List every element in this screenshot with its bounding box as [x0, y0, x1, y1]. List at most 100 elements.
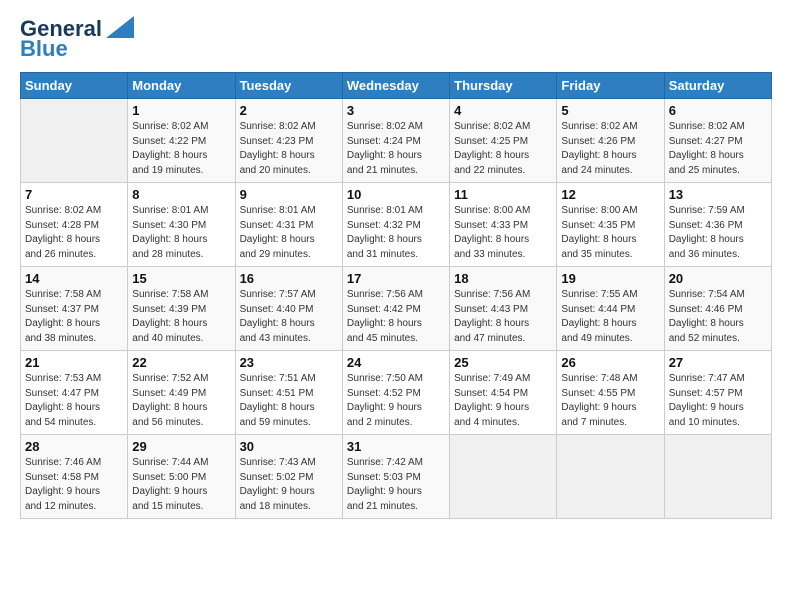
- cell-info: Sunrise: 8:00 AM Sunset: 4:33 PM Dayligh…: [454, 204, 552, 262]
- calendar-cell: 2Sunrise: 8:02 AM Sunset: 4:23 PM Daylig…: [235, 99, 342, 183]
- logo-icon: [106, 16, 134, 38]
- calendar-cell: 19 Sunrise: 7:55 AM Sunset: 4:44 PM Dayli…: [557, 267, 664, 351]
- calendar-cell: 23 Sunrise: 7:51 AM Sunset: 4:51 PM Dayli…: [235, 351, 342, 435]
- week-row-3: 14 Sunrise: 7:58 AM Sunset: 4:37 PM Dayli…: [21, 267, 772, 351]
- calendar-cell: 13Sunrise: 7:59 AM Sunset: 4:36 PM Dayli…: [664, 183, 771, 267]
- day-number: 19: [561, 271, 659, 286]
- weekday-header-monday: Monday: [128, 73, 235, 99]
- day-number: 22: [132, 355, 230, 370]
- calendar-cell: 10 Sunrise: 8:01 AM Sunset: 4:32 PM Dayli…: [342, 183, 449, 267]
- cell-info: Sunrise: 7:54 AM Sunset: 4:46 PM Dayligh…: [669, 288, 767, 346]
- cell-info: Sunrise: 7:51 AM Sunset: 4:51 PM Dayligh…: [240, 372, 338, 430]
- day-number: 10: [347, 187, 445, 202]
- day-number: 18: [454, 271, 552, 286]
- logo: General Blue: [20, 16, 134, 62]
- day-number: 16: [240, 271, 338, 286]
- day-number: 5: [561, 103, 659, 118]
- day-number: 20: [669, 271, 767, 286]
- cell-info: Sunrise: 8:01 AM Sunset: 4:31 PM Dayligh…: [240, 204, 338, 262]
- calendar-cell: 24Sunrise: 7:50 AM Sunset: 4:52 PM Dayli…: [342, 351, 449, 435]
- cell-info: Sunrise: 7:57 AM Sunset: 4:40 PM Dayligh…: [240, 288, 338, 346]
- cell-info: Sunrise: 7:43 AM Sunset: 5:02 PM Dayligh…: [240, 456, 338, 514]
- cell-info: Sunrise: 7:46 AM Sunset: 4:58 PM Dayligh…: [25, 456, 123, 514]
- weekday-header-thursday: Thursday: [450, 73, 557, 99]
- cell-info: Sunrise: 7:44 AM Sunset: 5:00 PM Dayligh…: [132, 456, 230, 514]
- weekday-header-friday: Friday: [557, 73, 664, 99]
- day-number: 11: [454, 187, 552, 202]
- day-number: 29: [132, 439, 230, 454]
- calendar-cell: [21, 99, 128, 183]
- cell-info: Sunrise: 7:47 AM Sunset: 4:57 PM Dayligh…: [669, 372, 767, 430]
- calendar-cell: 6 Sunrise: 8:02 AM Sunset: 4:27 PM Daylig…: [664, 99, 771, 183]
- calendar-cell: 29 Sunrise: 7:44 AM Sunset: 5:00 PM Dayli…: [128, 435, 235, 519]
- day-number: 8: [132, 187, 230, 202]
- week-row-5: 28 Sunrise: 7:46 AM Sunset: 4:58 PM Dayli…: [21, 435, 772, 519]
- calendar-cell: 16 Sunrise: 7:57 AM Sunset: 4:40 PM Dayli…: [235, 267, 342, 351]
- cell-info: Sunrise: 7:56 AM Sunset: 4:43 PM Dayligh…: [454, 288, 552, 346]
- calendar-cell: [450, 435, 557, 519]
- weekday-header-tuesday: Tuesday: [235, 73, 342, 99]
- cell-info: Sunrise: 7:59 AM Sunset: 4:36 PM Dayligh…: [669, 204, 767, 262]
- calendar-cell: 9 Sunrise: 8:01 AM Sunset: 4:31 PM Daylig…: [235, 183, 342, 267]
- calendar-table: SundayMondayTuesdayWednesdayThursdayFrid…: [20, 72, 772, 519]
- calendar-cell: 18 Sunrise: 7:56 AM Sunset: 4:43 PM Dayli…: [450, 267, 557, 351]
- calendar-cell: 3Sunrise: 8:02 AM Sunset: 4:24 PM Daylig…: [342, 99, 449, 183]
- cell-info: Sunrise: 8:02 AM Sunset: 4:28 PM Dayligh…: [25, 204, 123, 262]
- calendar-cell: 20 Sunrise: 7:54 AM Sunset: 4:46 PM Dayli…: [664, 267, 771, 351]
- calendar-cell: 27 Sunrise: 7:47 AM Sunset: 4:57 PM Dayli…: [664, 351, 771, 435]
- cell-info: Sunrise: 8:02 AM Sunset: 4:22 PM Dayligh…: [132, 120, 230, 178]
- calendar-cell: 5 Sunrise: 8:02 AM Sunset: 4:26 PM Daylig…: [557, 99, 664, 183]
- cell-info: Sunrise: 8:02 AM Sunset: 4:24 PM Dayligh…: [347, 120, 445, 178]
- calendar-cell: 1 Sunrise: 8:02 AM Sunset: 4:22 PM Daylig…: [128, 99, 235, 183]
- weekday-header-wednesday: Wednesday: [342, 73, 449, 99]
- cell-info: Sunrise: 8:02 AM Sunset: 4:23 PM Dayligh…: [240, 120, 338, 178]
- cell-info: Sunrise: 7:58 AM Sunset: 4:37 PM Dayligh…: [25, 288, 123, 346]
- calendar-cell: 11 Sunrise: 8:00 AM Sunset: 4:33 PM Dayli…: [450, 183, 557, 267]
- cell-info: Sunrise: 7:55 AM Sunset: 4:44 PM Dayligh…: [561, 288, 659, 346]
- calendar-cell: 25 Sunrise: 7:49 AM Sunset: 4:54 PM Dayli…: [450, 351, 557, 435]
- calendar-cell: 17 Sunrise: 7:56 AM Sunset: 4:42 PM Dayli…: [342, 267, 449, 351]
- calendar-cell: [557, 435, 664, 519]
- day-number: 4: [454, 103, 552, 118]
- cell-info: Sunrise: 8:02 AM Sunset: 4:27 PM Dayligh…: [669, 120, 767, 178]
- week-row-4: 21 Sunrise: 7:53 AM Sunset: 4:47 PM Dayli…: [21, 351, 772, 435]
- day-number: 23: [240, 355, 338, 370]
- header: General Blue: [20, 16, 772, 62]
- day-number: 25: [454, 355, 552, 370]
- day-number: 7: [25, 187, 123, 202]
- day-number: 21: [25, 355, 123, 370]
- day-number: 31: [347, 439, 445, 454]
- calendar-body: 1 Sunrise: 8:02 AM Sunset: 4:22 PM Daylig…: [21, 99, 772, 519]
- calendar-cell: 21 Sunrise: 7:53 AM Sunset: 4:47 PM Dayli…: [21, 351, 128, 435]
- cell-info: Sunrise: 7:42 AM Sunset: 5:03 PM Dayligh…: [347, 456, 445, 514]
- cell-info: Sunrise: 7:50 AM Sunset: 4:52 PM Dayligh…: [347, 372, 445, 430]
- cell-info: Sunrise: 7:53 AM Sunset: 4:47 PM Dayligh…: [25, 372, 123, 430]
- weekday-header-saturday: Saturday: [664, 73, 771, 99]
- day-number: 9: [240, 187, 338, 202]
- cell-info: Sunrise: 7:49 AM Sunset: 4:54 PM Dayligh…: [454, 372, 552, 430]
- calendar-cell: 31 Sunrise: 7:42 AM Sunset: 5:03 PM Dayli…: [342, 435, 449, 519]
- weekday-row: SundayMondayTuesdayWednesdayThursdayFrid…: [21, 73, 772, 99]
- calendar-cell: 30 Sunrise: 7:43 AM Sunset: 5:02 PM Dayli…: [235, 435, 342, 519]
- cell-info: Sunrise: 7:48 AM Sunset: 4:55 PM Dayligh…: [561, 372, 659, 430]
- cell-info: Sunrise: 8:01 AM Sunset: 4:32 PM Dayligh…: [347, 204, 445, 262]
- day-number: 27: [669, 355, 767, 370]
- calendar-cell: 26 Sunrise: 7:48 AM Sunset: 4:55 PM Dayli…: [557, 351, 664, 435]
- day-number: 26: [561, 355, 659, 370]
- day-number: 6: [669, 103, 767, 118]
- calendar-cell: 15Sunrise: 7:58 AM Sunset: 4:39 PM Dayli…: [128, 267, 235, 351]
- day-number: 30: [240, 439, 338, 454]
- weekday-header-sunday: Sunday: [21, 73, 128, 99]
- week-row-2: 7 Sunrise: 8:02 AM Sunset: 4:28 PM Daylig…: [21, 183, 772, 267]
- cell-info: Sunrise: 8:02 AM Sunset: 4:25 PM Dayligh…: [454, 120, 552, 178]
- day-number: 14: [25, 271, 123, 286]
- calendar-header: SundayMondayTuesdayWednesdayThursdayFrid…: [21, 73, 772, 99]
- cell-info: Sunrise: 8:02 AM Sunset: 4:26 PM Dayligh…: [561, 120, 659, 178]
- cell-info: Sunrise: 7:56 AM Sunset: 4:42 PM Dayligh…: [347, 288, 445, 346]
- day-number: 28: [25, 439, 123, 454]
- day-number: 1: [132, 103, 230, 118]
- cell-info: Sunrise: 8:00 AM Sunset: 4:35 PM Dayligh…: [561, 204, 659, 262]
- day-number: 17: [347, 271, 445, 286]
- calendar-cell: 28 Sunrise: 7:46 AM Sunset: 4:58 PM Dayli…: [21, 435, 128, 519]
- day-number: 15: [132, 271, 230, 286]
